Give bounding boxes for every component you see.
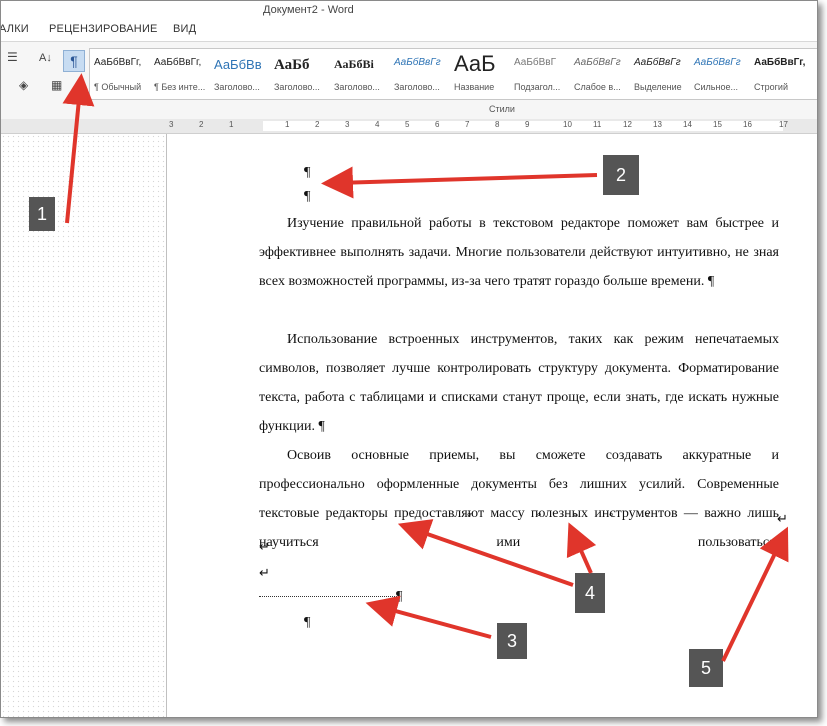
annotation-arrows xyxy=(62,73,789,662)
arrow-1 xyxy=(62,73,95,224)
word-window: Документ2 - Word АЛКИ РЕЦЕНЗИРОВАНИЕ ВИД… xyxy=(0,0,818,718)
arrow-2 xyxy=(321,166,598,199)
arrow-5 xyxy=(721,526,789,662)
arrow-4b xyxy=(566,522,597,574)
arrow-4a xyxy=(397,519,574,587)
arrow-3 xyxy=(365,595,492,639)
